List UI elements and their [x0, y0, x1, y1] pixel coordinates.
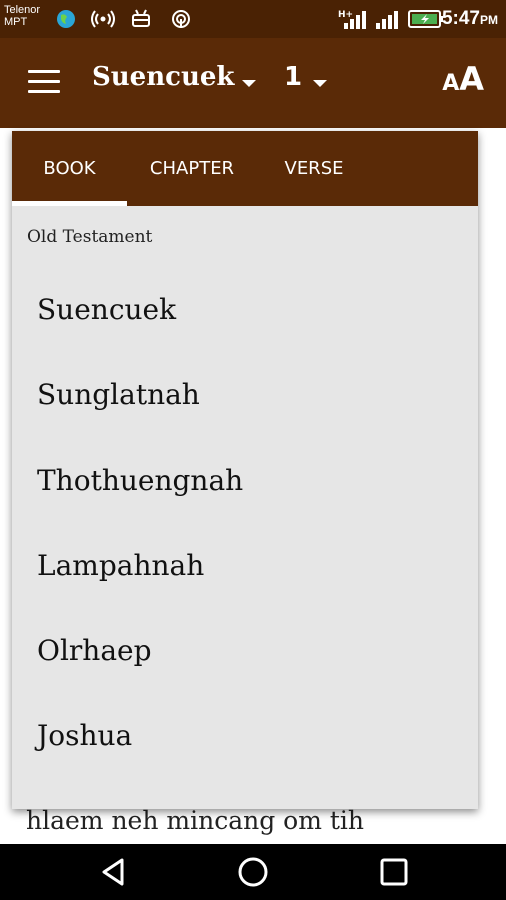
font-size-icon[interactable]: AA [442, 60, 484, 98]
clock-time: 5:47 [441, 8, 480, 29]
app-bar: Suencuek 1 AA [0, 38, 506, 128]
chapter-dropdown-caret-icon [313, 80, 327, 87]
globe-icon [56, 8, 76, 30]
location-target-icon [170, 8, 192, 30]
book-list-item[interactable]: Thothuengnah [37, 464, 467, 497]
chapter-selector[interactable]: 1 [284, 62, 302, 92]
book-title: Suencuek [92, 62, 235, 92]
signal-icon-2 [374, 8, 400, 30]
book-list-item[interactable]: Lampahnah [37, 549, 467, 582]
section-header: Old Testament [27, 227, 153, 247]
recents-icon[interactable] [376, 854, 412, 890]
signal-icon-1 [342, 8, 368, 30]
android-debug-icon [130, 8, 152, 30]
tab-chapter[interactable]: CHAPTER [130, 131, 254, 206]
book-list-item[interactable]: Joshua [37, 719, 467, 752]
carrier-label: Telenor MPT [4, 4, 40, 28]
book-dropdown-caret-icon [242, 80, 256, 87]
book-list-item[interactable]: Olrhaep [37, 634, 467, 667]
clock: 5:47PM [442, 8, 498, 30]
book-list-item[interactable]: Sunglatnah [37, 378, 467, 411]
menu-icon[interactable] [28, 70, 60, 94]
battery-charging-icon [408, 8, 444, 30]
active-tab-indicator [12, 201, 127, 206]
tab-verse[interactable]: VERSE [260, 131, 368, 206]
hotspot-icon [90, 8, 116, 30]
picker-tabs: BOOK CHAPTER VERSE [12, 131, 478, 206]
chapter-number: 1 [284, 62, 303, 92]
book-picker-dialog: BOOK CHAPTER VERSE Old Testament Suencue… [12, 131, 478, 809]
tab-book[interactable]: BOOK [12, 131, 127, 206]
carrier-subname: MPT [4, 16, 28, 28]
carrier-name: Telenor [4, 4, 41, 16]
navigation-bar [0, 844, 506, 900]
clock-suffix: PM [480, 13, 498, 27]
book-list-item[interactable]: Suencuek [37, 293, 467, 326]
book-selector[interactable]: Suencuek [92, 62, 234, 92]
home-icon[interactable] [235, 854, 271, 890]
status-bar: Telenor MPT H+ 5:47PM [0, 0, 506, 38]
verse-text: hlaem neh mincang om tih [26, 806, 365, 835]
back-icon[interactable] [96, 854, 132, 890]
